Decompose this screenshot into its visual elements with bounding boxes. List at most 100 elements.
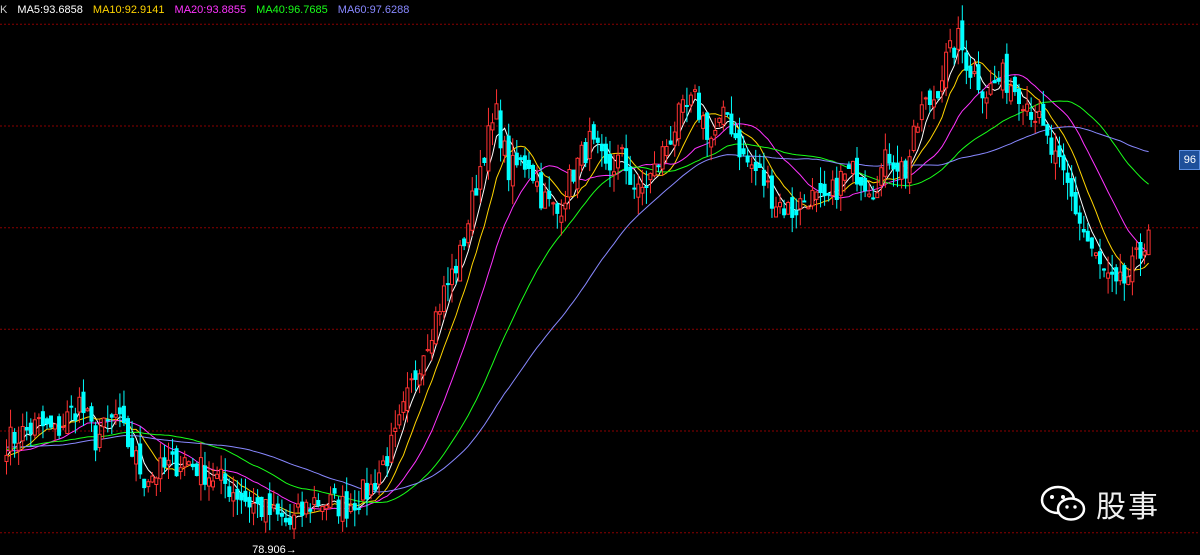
candle bbox=[53, 423, 58, 442]
candle bbox=[478, 150, 483, 204]
candle bbox=[142, 478, 147, 497]
candle bbox=[709, 136, 714, 161]
current-price-tag: 96 bbox=[1178, 150, 1200, 170]
candle bbox=[421, 355, 426, 386]
candle bbox=[304, 499, 309, 518]
candle bbox=[583, 138, 588, 168]
candle bbox=[599, 134, 604, 167]
candle bbox=[77, 387, 82, 423]
candle bbox=[595, 130, 600, 154]
candle bbox=[247, 491, 252, 523]
candle bbox=[494, 89, 499, 120]
candle bbox=[1012, 75, 1017, 96]
candle bbox=[296, 493, 301, 513]
candle bbox=[89, 402, 94, 432]
candle bbox=[470, 177, 475, 236]
candle bbox=[729, 96, 734, 137]
candle bbox=[57, 413, 62, 440]
candle bbox=[397, 404, 402, 429]
candle bbox=[810, 178, 815, 210]
candle bbox=[620, 144, 625, 157]
candle bbox=[211, 462, 215, 491]
candle bbox=[1061, 143, 1066, 185]
candle bbox=[16, 426, 21, 465]
candle bbox=[1114, 264, 1119, 295]
candle bbox=[518, 154, 523, 166]
candle bbox=[202, 451, 207, 491]
candle bbox=[802, 194, 807, 203]
candle bbox=[1041, 90, 1046, 126]
candle bbox=[154, 476, 159, 496]
candle bbox=[761, 152, 766, 198]
candle bbox=[134, 445, 139, 482]
candles bbox=[4, 5, 1151, 539]
candle bbox=[121, 390, 126, 427]
watermark-text: 股事 bbox=[1096, 490, 1160, 525]
candle bbox=[964, 40, 969, 85]
candle bbox=[838, 165, 843, 211]
candle bbox=[279, 499, 284, 526]
ma5-line bbox=[6, 44, 1150, 519]
candle bbox=[753, 149, 758, 186]
candle bbox=[1073, 176, 1078, 216]
candle bbox=[178, 455, 183, 480]
candle bbox=[1045, 123, 1050, 144]
candle bbox=[130, 420, 135, 458]
ma10-label: MA10:92.9141 bbox=[92, 4, 165, 16]
candle bbox=[506, 123, 511, 192]
wechat-icon bbox=[1040, 484, 1088, 524]
candle bbox=[1118, 253, 1123, 286]
candle bbox=[899, 156, 904, 189]
candle bbox=[1000, 59, 1005, 99]
candle bbox=[219, 455, 224, 495]
candle bbox=[717, 117, 722, 127]
candle bbox=[644, 170, 649, 204]
candle bbox=[668, 126, 673, 145]
candle bbox=[1053, 133, 1058, 180]
candle bbox=[741, 136, 746, 157]
candle bbox=[292, 503, 297, 539]
candle bbox=[373, 469, 378, 494]
candle bbox=[1021, 105, 1025, 126]
candle bbox=[174, 445, 179, 477]
candle bbox=[352, 490, 357, 527]
candle bbox=[1130, 246, 1135, 296]
candle bbox=[960, 5, 965, 64]
ma60-label: MA60:97.6288 bbox=[337, 4, 410, 16]
candle bbox=[660, 140, 665, 177]
candle bbox=[850, 160, 855, 182]
ma-legend: K MA5:93.6858 MA10:92.9141 MA20:93.8855 … bbox=[0, 3, 416, 17]
candle bbox=[49, 415, 53, 430]
candle bbox=[194, 461, 199, 477]
annotation-high: 103.820→ bbox=[920, 0, 971, 2]
candle bbox=[632, 174, 637, 199]
candle bbox=[798, 191, 803, 226]
candle bbox=[697, 86, 701, 123]
ma5-label: MA5:93.6858 bbox=[17, 4, 83, 16]
candle bbox=[486, 107, 491, 180]
watermark: 股事 bbox=[1040, 482, 1160, 526]
candle bbox=[462, 237, 467, 251]
candle bbox=[911, 119, 916, 153]
annotations: 103.820→ 78.906→ bbox=[252, 0, 971, 555]
candle bbox=[65, 400, 70, 434]
candle bbox=[474, 174, 479, 196]
ma10-line bbox=[6, 61, 1149, 514]
candle bbox=[931, 85, 936, 120]
candle bbox=[126, 415, 130, 449]
candle bbox=[482, 157, 487, 166]
candle bbox=[887, 143, 892, 170]
candle bbox=[1004, 43, 1009, 104]
candle bbox=[1122, 262, 1127, 301]
candle bbox=[693, 84, 697, 100]
candle bbox=[158, 443, 163, 492]
candle bbox=[915, 122, 920, 134]
candle bbox=[32, 412, 37, 439]
candle bbox=[336, 496, 341, 524]
candle bbox=[903, 158, 908, 189]
candle bbox=[263, 499, 268, 533]
candle bbox=[988, 70, 993, 96]
ma20-label: MA20:93.8855 bbox=[174, 4, 247, 16]
candle bbox=[1077, 205, 1082, 241]
candle bbox=[445, 267, 450, 302]
